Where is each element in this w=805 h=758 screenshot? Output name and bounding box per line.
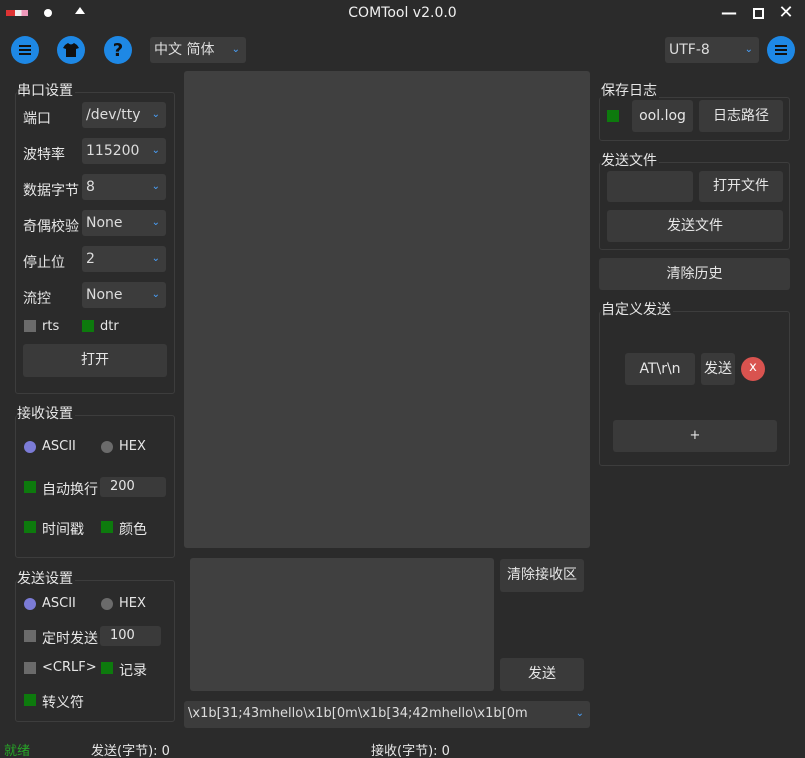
chevron-down-icon: ⌄ <box>575 708 584 719</box>
flow-select[interactable]: None ⌄ <box>82 282 166 308</box>
status-received-bytes: 接收(字节): 0 <box>371 744 450 758</box>
escape-checkbox[interactable] <box>24 694 36 706</box>
receive-hex-label: HEX <box>119 439 146 454</box>
timestamp-checkbox[interactable] <box>24 521 36 533</box>
send-input-area[interactable] <box>190 558 494 691</box>
serial-settings-title: 串口设置 <box>17 80 75 100</box>
receive-hex-radio[interactable] <box>101 441 113 453</box>
close-icon[interactable]: ✕ <box>777 4 795 22</box>
stopbits-value: 2 <box>86 251 95 267</box>
color-label: 颜色 <box>119 522 147 538</box>
send-ascii-label: ASCII <box>42 596 76 611</box>
custom-send-button[interactable]: 发送 <box>701 353 735 385</box>
skin-button[interactable] <box>57 36 85 64</box>
language-select[interactable]: 中文 简体 ⌄ <box>150 37 246 63</box>
chevron-down-icon: ⌄ <box>151 181 160 192</box>
log-file-input[interactable]: ool.log <box>632 100 693 132</box>
chevron-down-icon: ⌄ <box>151 217 160 228</box>
send-history-select[interactable]: \x1b[31;43mhello\x1b[0m\x1b[34;42mhello\… <box>184 701 590 728</box>
color-checkbox[interactable] <box>101 521 113 533</box>
send-file-button[interactable]: 发送文件 <box>607 210 783 242</box>
crlf-checkbox[interactable] <box>24 662 36 674</box>
baud-value: 115200 <box>86 143 140 159</box>
bytesize-value: 8 <box>86 179 95 195</box>
menu-icon <box>775 45 787 55</box>
parity-value: None <box>86 215 123 231</box>
maximize-icon[interactable] <box>749 4 767 22</box>
encoding-value: UTF-8 <box>669 42 710 58</box>
send-button[interactable]: 发送 <box>500 658 584 691</box>
port-label: 端口 <box>23 111 51 127</box>
custom-send-delete-button[interactable]: x <box>741 357 765 381</box>
status-sent-bytes: 发送(字节): 0 <box>91 744 170 758</box>
timed-send-checkbox[interactable] <box>24 630 36 642</box>
minimize-icon[interactable]: — <box>720 4 738 22</box>
flow-label: 流控 <box>23 291 51 307</box>
shirt-icon <box>63 43 79 57</box>
autowrap-label: 自动换行 <box>42 482 98 498</box>
save-log-title: 保存日志 <box>601 80 659 100</box>
log-path-button[interactable]: 日志路径 <box>699 100 783 132</box>
autowrap-input[interactable]: 200 <box>100 477 166 497</box>
open-file-button[interactable]: 打开文件 <box>699 171 783 202</box>
bytesize-label: 数据字节 <box>23 183 79 199</box>
rts-checkbox[interactable] <box>24 320 36 332</box>
flow-value: None <box>86 287 123 303</box>
chevron-down-icon: ⌄ <box>151 289 160 300</box>
baud-label: 波特率 <box>23 147 65 163</box>
receive-area[interactable] <box>184 71 590 548</box>
window-title: COMTool v2.0.0 <box>348 5 457 21</box>
send-hex-label: HEX <box>119 596 146 611</box>
escape-label: 转义符 <box>42 695 84 711</box>
stopbits-label: 停止位 <box>23 255 65 271</box>
autowrap-checkbox[interactable] <box>24 481 36 493</box>
chevron-down-icon: ⌄ <box>231 44 240 55</box>
menu-icon <box>19 45 31 55</box>
timed-send-label: 定时发送 <box>42 631 98 647</box>
rts-label: rts <box>42 319 60 334</box>
save-log-checkbox[interactable] <box>607 110 619 122</box>
send-file-path-input[interactable] <box>607 171 693 202</box>
send-settings-title: 发送设置 <box>17 568 75 588</box>
parity-select[interactable]: None ⌄ <box>82 210 166 236</box>
baud-select[interactable]: 115200 ⌄ <box>82 138 166 164</box>
chevron-down-icon: ⌄ <box>151 109 160 120</box>
chevron-down-icon: ⌄ <box>151 253 160 264</box>
send-ascii-radio[interactable] <box>24 598 36 610</box>
port-select[interactable]: /dev/tty ⌄ <box>82 102 166 128</box>
status-state: 就绪 <box>4 744 31 758</box>
add-custom-send-button[interactable]: + <box>613 420 777 452</box>
parity-label: 奇偶校验 <box>23 219 79 235</box>
help-icon: ? <box>112 39 124 61</box>
send-history-value: \x1b[31;43mhello\x1b[0m\x1b[34;42mhello\… <box>188 706 528 721</box>
custom-send-title: 自定义发送 <box>601 299 673 319</box>
record-label: 记录 <box>119 663 147 679</box>
help-button[interactable]: ? <box>104 36 132 64</box>
clear-history-button[interactable]: 清除历史 <box>599 258 790 290</box>
record-checkbox[interactable] <box>101 662 113 674</box>
send-hex-radio[interactable] <box>101 598 113 610</box>
chevron-down-icon: ⌄ <box>151 145 160 156</box>
crlf-label: <CRLF> <box>42 660 97 675</box>
receive-ascii-label: ASCII <box>42 439 76 454</box>
receive-settings-title: 接收设置 <box>17 403 75 423</box>
receive-ascii-radio[interactable] <box>24 441 36 453</box>
open-port-button[interactable]: 打开 <box>23 344 167 377</box>
timestamp-label: 时间戳 <box>42 522 84 538</box>
chevron-down-icon: ⌄ <box>744 44 753 55</box>
clear-receive-button[interactable]: 清除接收区 <box>500 559 584 592</box>
port-value: /dev/tty <box>86 107 141 123</box>
custom-send-input[interactable]: AT\r\n <box>625 353 695 385</box>
menu-button[interactable] <box>11 36 39 64</box>
language-value: 中文 简体 <box>154 42 215 58</box>
send-file-title: 发送文件 <box>601 150 659 170</box>
send-settings-group <box>15 580 175 722</box>
timed-send-input[interactable]: 100 <box>100 626 161 646</box>
right-menu-button[interactable] <box>767 36 795 64</box>
bytesize-select[interactable]: 8 ⌄ <box>82 174 166 200</box>
stopbits-select[interactable]: 2 ⌄ <box>82 246 166 272</box>
dtr-checkbox[interactable] <box>82 320 94 332</box>
dtr-label: dtr <box>100 319 119 334</box>
encoding-select[interactable]: UTF-8 ⌄ <box>665 37 759 63</box>
